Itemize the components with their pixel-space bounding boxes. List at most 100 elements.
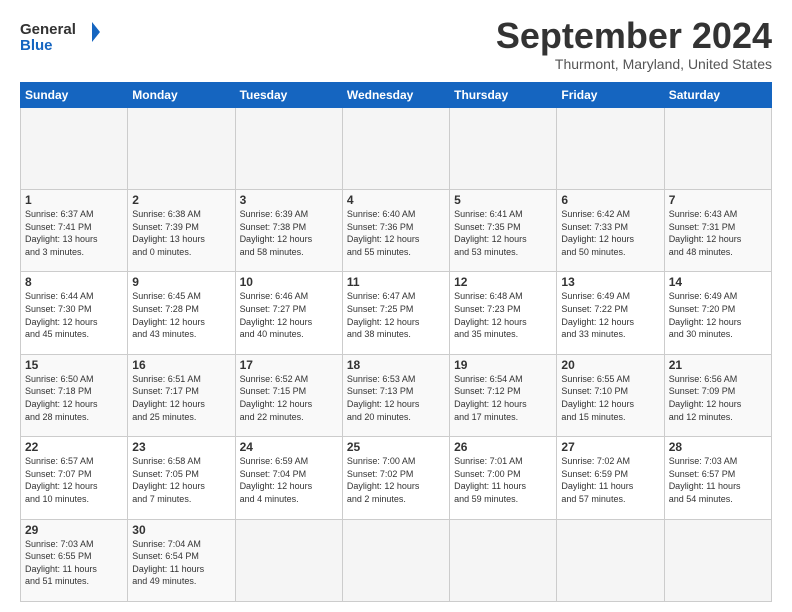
col-wednesday: Wednesday (342, 82, 449, 107)
table-row: 15Sunrise: 6:50 AM Sunset: 7:18 PM Dayli… (21, 354, 128, 436)
day-info: Sunrise: 6:56 AM Sunset: 7:09 PM Dayligh… (669, 373, 767, 423)
table-row: 4Sunrise: 6:40 AM Sunset: 7:36 PM Daylig… (342, 189, 449, 271)
table-row: 7Sunrise: 6:43 AM Sunset: 7:31 PM Daylig… (664, 189, 771, 271)
day-number: 21 (669, 358, 767, 372)
day-number: 14 (669, 275, 767, 289)
table-row (557, 519, 664, 601)
day-info: Sunrise: 6:47 AM Sunset: 7:25 PM Dayligh… (347, 290, 445, 340)
day-info: Sunrise: 7:02 AM Sunset: 6:59 PM Dayligh… (561, 455, 659, 505)
col-thursday: Thursday (450, 82, 557, 107)
table-row (450, 519, 557, 601)
day-info: Sunrise: 6:51 AM Sunset: 7:17 PM Dayligh… (132, 373, 230, 423)
day-number: 20 (561, 358, 659, 372)
calendar-row (21, 107, 772, 189)
table-row: 10Sunrise: 6:46 AM Sunset: 7:27 PM Dayli… (235, 272, 342, 354)
day-number: 8 (25, 275, 123, 289)
table-row: 6Sunrise: 6:42 AM Sunset: 7:33 PM Daylig… (557, 189, 664, 271)
title-block: September 2024 Thurmont, Maryland, Unite… (496, 16, 772, 72)
day-info: Sunrise: 6:42 AM Sunset: 7:33 PM Dayligh… (561, 208, 659, 258)
day-info: Sunrise: 6:55 AM Sunset: 7:10 PM Dayligh… (561, 373, 659, 423)
day-info: Sunrise: 6:40 AM Sunset: 7:36 PM Dayligh… (347, 208, 445, 258)
day-number: 12 (454, 275, 552, 289)
table-row (664, 519, 771, 601)
table-row: 13Sunrise: 6:49 AM Sunset: 7:22 PM Dayli… (557, 272, 664, 354)
col-monday: Monday (128, 82, 235, 107)
day-info: Sunrise: 6:38 AM Sunset: 7:39 PM Dayligh… (132, 208, 230, 258)
day-number: 15 (25, 358, 123, 372)
day-number: 29 (25, 523, 123, 537)
table-row: 21Sunrise: 6:56 AM Sunset: 7:09 PM Dayli… (664, 354, 771, 436)
day-info: Sunrise: 6:46 AM Sunset: 7:27 PM Dayligh… (240, 290, 338, 340)
day-number: 7 (669, 193, 767, 207)
day-number: 18 (347, 358, 445, 372)
day-info: Sunrise: 7:01 AM Sunset: 7:00 PM Dayligh… (454, 455, 552, 505)
calendar: Sunday Monday Tuesday Wednesday Thursday… (20, 82, 772, 602)
day-number: 1 (25, 193, 123, 207)
day-info: Sunrise: 6:50 AM Sunset: 7:18 PM Dayligh… (25, 373, 123, 423)
day-number: 3 (240, 193, 338, 207)
day-number: 22 (25, 440, 123, 454)
table-row (235, 519, 342, 601)
header: General Blue September 2024 Thurmont, Ma… (20, 16, 772, 72)
day-number: 26 (454, 440, 552, 454)
svg-text:Blue: Blue (20, 37, 53, 54)
table-row: 24Sunrise: 6:59 AM Sunset: 7:04 PM Dayli… (235, 437, 342, 519)
table-row: 25Sunrise: 7:00 AM Sunset: 7:02 PM Dayli… (342, 437, 449, 519)
day-number: 11 (347, 275, 445, 289)
table-row: 9Sunrise: 6:45 AM Sunset: 7:28 PM Daylig… (128, 272, 235, 354)
day-number: 28 (669, 440, 767, 454)
day-number: 19 (454, 358, 552, 372)
day-info: Sunrise: 7:00 AM Sunset: 7:02 PM Dayligh… (347, 455, 445, 505)
table-row: 1Sunrise: 6:37 AM Sunset: 7:41 PM Daylig… (21, 189, 128, 271)
col-sunday: Sunday (21, 82, 128, 107)
table-row: 20Sunrise: 6:55 AM Sunset: 7:10 PM Dayli… (557, 354, 664, 436)
day-number: 5 (454, 193, 552, 207)
table-row: 27Sunrise: 7:02 AM Sunset: 6:59 PM Dayli… (557, 437, 664, 519)
table-row: 11Sunrise: 6:47 AM Sunset: 7:25 PM Dayli… (342, 272, 449, 354)
day-info: Sunrise: 6:48 AM Sunset: 7:23 PM Dayligh… (454, 290, 552, 340)
table-row: 18Sunrise: 6:53 AM Sunset: 7:13 PM Dayli… (342, 354, 449, 436)
table-row: 29Sunrise: 7:03 AM Sunset: 6:55 PM Dayli… (21, 519, 128, 601)
day-info: Sunrise: 7:03 AM Sunset: 6:57 PM Dayligh… (669, 455, 767, 505)
table-row: 30Sunrise: 7:04 AM Sunset: 6:54 PM Dayli… (128, 519, 235, 601)
day-info: Sunrise: 6:37 AM Sunset: 7:41 PM Dayligh… (25, 208, 123, 258)
calendar-row: 1Sunrise: 6:37 AM Sunset: 7:41 PM Daylig… (21, 189, 772, 271)
logo-svg: General Blue (20, 16, 100, 56)
table-row (235, 107, 342, 189)
day-number: 27 (561, 440, 659, 454)
col-saturday: Saturday (664, 82, 771, 107)
calendar-row: 15Sunrise: 6:50 AM Sunset: 7:18 PM Dayli… (21, 354, 772, 436)
day-info: Sunrise: 6:49 AM Sunset: 7:20 PM Dayligh… (669, 290, 767, 340)
day-number: 24 (240, 440, 338, 454)
table-row: 2Sunrise: 6:38 AM Sunset: 7:39 PM Daylig… (128, 189, 235, 271)
day-info: Sunrise: 6:52 AM Sunset: 7:15 PM Dayligh… (240, 373, 338, 423)
table-row: 8Sunrise: 6:44 AM Sunset: 7:30 PM Daylig… (21, 272, 128, 354)
table-row: 17Sunrise: 6:52 AM Sunset: 7:15 PM Dayli… (235, 354, 342, 436)
day-info: Sunrise: 6:59 AM Sunset: 7:04 PM Dayligh… (240, 455, 338, 505)
day-number: 17 (240, 358, 338, 372)
day-info: Sunrise: 6:53 AM Sunset: 7:13 PM Dayligh… (347, 373, 445, 423)
logo: General Blue (20, 16, 100, 56)
table-row: 23Sunrise: 6:58 AM Sunset: 7:05 PM Dayli… (128, 437, 235, 519)
table-row: 5Sunrise: 6:41 AM Sunset: 7:35 PM Daylig… (450, 189, 557, 271)
table-row (342, 107, 449, 189)
table-row (21, 107, 128, 189)
day-info: Sunrise: 6:44 AM Sunset: 7:30 PM Dayligh… (25, 290, 123, 340)
day-number: 25 (347, 440, 445, 454)
day-number: 2 (132, 193, 230, 207)
location-title: Thurmont, Maryland, United States (496, 56, 772, 72)
day-info: Sunrise: 6:49 AM Sunset: 7:22 PM Dayligh… (561, 290, 659, 340)
day-number: 16 (132, 358, 230, 372)
day-info: Sunrise: 6:41 AM Sunset: 7:35 PM Dayligh… (454, 208, 552, 258)
day-info: Sunrise: 6:43 AM Sunset: 7:31 PM Dayligh… (669, 208, 767, 258)
col-friday: Friday (557, 82, 664, 107)
calendar-header-row: Sunday Monday Tuesday Wednesday Thursday… (21, 82, 772, 107)
day-info: Sunrise: 6:58 AM Sunset: 7:05 PM Dayligh… (132, 455, 230, 505)
page: General Blue September 2024 Thurmont, Ma… (0, 0, 792, 612)
calendar-row: 29Sunrise: 7:03 AM Sunset: 6:55 PM Dayli… (21, 519, 772, 601)
table-row: 28Sunrise: 7:03 AM Sunset: 6:57 PM Dayli… (664, 437, 771, 519)
day-number: 4 (347, 193, 445, 207)
day-number: 6 (561, 193, 659, 207)
day-number: 13 (561, 275, 659, 289)
table-row (128, 107, 235, 189)
